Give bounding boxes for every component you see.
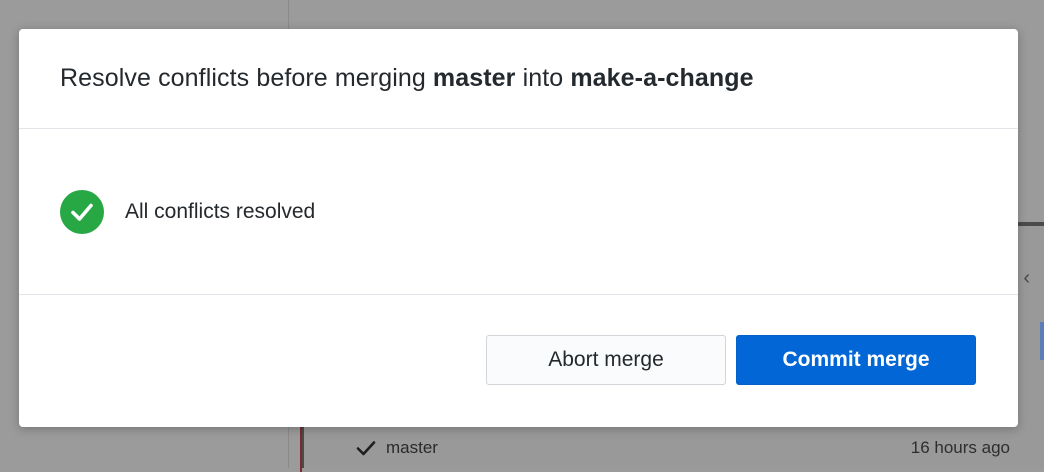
dialog-header: Resolve conflicts before merging master … (19, 29, 1018, 129)
chevron-left-icon: ‹ (1023, 267, 1030, 289)
commit-merge-button[interactable]: Commit merge (736, 335, 976, 385)
check-circle-icon (60, 189, 104, 234)
target-branch: make-a-change (570, 64, 754, 92)
status-text: All conflicts resolved (125, 199, 316, 223)
branch-time: 16 hours ago (910, 438, 1010, 457)
abort-merge-button[interactable]: Abort merge (486, 335, 726, 385)
title-middle: into (522, 64, 564, 92)
dialog-body: All conflicts resolved (19, 129, 1018, 295)
source-branch: master (432, 64, 516, 92)
branch-name: master (386, 438, 438, 457)
title-prefix: Resolve conflicts before merging (60, 64, 426, 92)
merge-conflicts-dialog: Resolve conflicts before merging master … (19, 29, 1018, 427)
dialog-title: Resolve conflicts before merging master … (60, 64, 754, 93)
check-icon (356, 440, 386, 456)
branch-list-item: master 16 hours ago (318, 428, 1044, 468)
background-button-edge (1040, 322, 1044, 360)
dialog-footer: Abort merge Commit merge (19, 295, 1018, 426)
